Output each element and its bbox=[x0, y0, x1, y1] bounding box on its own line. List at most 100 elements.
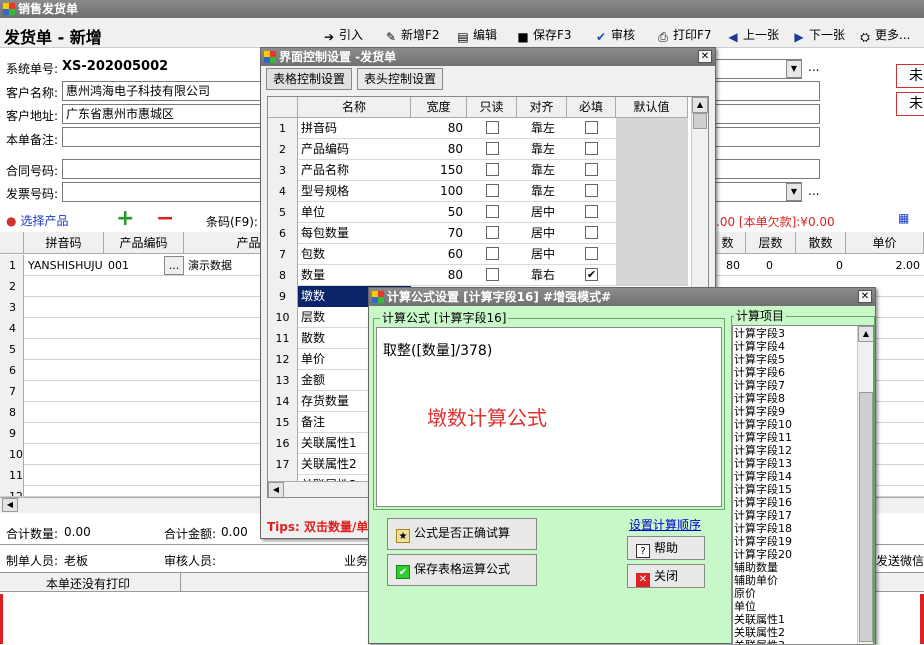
list-item[interactable]: 计算字段7 bbox=[734, 379, 792, 392]
list-item[interactable]: 计算字段20 bbox=[734, 548, 792, 561]
prev-button[interactable]: ◀ 上一张 bbox=[726, 26, 779, 44]
required-checkbox[interactable]: ✔ bbox=[585, 268, 598, 281]
list-item[interactable]: 计算字段18 bbox=[734, 522, 792, 535]
row-name[interactable]: 包数 bbox=[298, 244, 411, 265]
list-item[interactable]: 原价 bbox=[734, 587, 792, 600]
table-row[interactable]: 7 包数 60 居中 bbox=[268, 244, 688, 265]
list-item[interactable]: 计算字段3 bbox=[734, 327, 792, 340]
row-width[interactable]: 80 bbox=[411, 265, 463, 286]
list-item[interactable]: 计算字段5 bbox=[734, 353, 792, 366]
list-item[interactable]: 计算字段13 bbox=[734, 457, 792, 470]
test-formula-button[interactable]: ★ 公式是否正确试算 bbox=[387, 518, 537, 550]
close-icon[interactable]: ✕ bbox=[698, 50, 712, 63]
row-width[interactable]: 100 bbox=[411, 181, 463, 202]
scroll-left-icon[interactable]: ◀ bbox=[2, 498, 18, 512]
list-item[interactable]: 关联属性1 bbox=[734, 613, 792, 626]
row-default[interactable] bbox=[616, 244, 688, 265]
tab-header-settings[interactable]: 表头控制设置 bbox=[357, 68, 444, 90]
new-button[interactable]: ✎ 新增F2 bbox=[384, 26, 440, 44]
scroll-thumb[interactable] bbox=[693, 113, 707, 129]
table-row[interactable]: 6 每包数量 70 居中 bbox=[268, 223, 688, 244]
list-item[interactable]: 计算字段4 bbox=[734, 340, 792, 353]
list-item[interactable]: 计算字段19 bbox=[734, 535, 792, 548]
grid-header-pinyin[interactable]: 拼音码 bbox=[24, 232, 104, 254]
list-item[interactable]: 计算字段6 bbox=[734, 366, 792, 379]
calendar-icon[interactable]: ▦ bbox=[898, 211, 909, 225]
row-width[interactable]: 80 bbox=[411, 139, 463, 160]
row-width[interactable]: 150 bbox=[411, 160, 463, 181]
readonly-checkbox[interactable] bbox=[486, 121, 499, 134]
add-row-button[interactable]: + bbox=[116, 206, 134, 231]
row-width[interactable]: 70 bbox=[411, 223, 463, 244]
list-item[interactable]: 计算字段10 bbox=[734, 418, 792, 431]
readonly-checkbox[interactable] bbox=[486, 247, 499, 260]
scroll-left-icon[interactable]: ◀ bbox=[268, 482, 284, 497]
send-wechat-button[interactable]: 发送微信 bbox=[876, 552, 924, 569]
list-item[interactable]: 计算字段16 bbox=[734, 496, 792, 509]
grid-header-loose[interactable]: 散数 bbox=[796, 232, 846, 254]
readonly-checkbox[interactable] bbox=[486, 184, 499, 197]
set-calc-order-link[interactable]: 设置计算顺序 bbox=[629, 516, 701, 533]
row-code[interactable]: 001 bbox=[108, 255, 129, 276]
select-product-button[interactable]: ● 选择产品 bbox=[6, 212, 69, 229]
row-align[interactable]: 居中 bbox=[531, 223, 555, 244]
readonly-checkbox[interactable] bbox=[486, 205, 499, 218]
row-default[interactable] bbox=[616, 223, 688, 244]
list-item[interactable]: 辅助数量 bbox=[734, 561, 792, 574]
required-checkbox[interactable] bbox=[585, 226, 598, 239]
row-align[interactable]: 靠左 bbox=[531, 160, 555, 181]
required-checkbox[interactable] bbox=[585, 247, 598, 260]
row-align[interactable]: 靠左 bbox=[531, 118, 555, 139]
row-name[interactable]: 数量 bbox=[298, 265, 411, 286]
list-item[interactable]: 单位 bbox=[734, 600, 792, 613]
col-header-align[interactable]: 对齐 bbox=[517, 97, 567, 118]
col-header-default[interactable]: 默认值 bbox=[616, 97, 688, 118]
list-item[interactable]: 辅助单价 bbox=[734, 574, 792, 587]
row-align[interactable]: 居中 bbox=[531, 202, 555, 223]
row-align[interactable]: 靠左 bbox=[531, 181, 555, 202]
scroll-up-icon[interactable]: ▲ bbox=[858, 326, 873, 342]
save-button[interactable]: ■ 保存F3 bbox=[516, 26, 571, 44]
row-name[interactable]: 拼音码 bbox=[298, 118, 411, 139]
calc-items-list[interactable]: 计算字段3 计算字段4 计算字段5 计算字段6 计算字段7 计算字段8 计算字段9 计算字段1… bbox=[732, 325, 874, 645]
row-align[interactable]: 靠右 bbox=[531, 265, 555, 286]
row-name[interactable]: 产品名称 bbox=[298, 160, 411, 181]
row-name[interactable]: 型号规格 bbox=[298, 181, 411, 202]
print-button[interactable]: ⎙ 打印F7 bbox=[656, 26, 711, 44]
edit-button[interactable]: ▤ 编辑 bbox=[456, 26, 497, 44]
next-button[interactable]: ▶ 下一张 bbox=[792, 26, 845, 44]
dialog2-titlebar[interactable]: 计算公式设置 [计算字段16] #增强模式# ✕ bbox=[369, 288, 875, 306]
readonly-checkbox[interactable] bbox=[486, 163, 499, 176]
dialog1-titlebar[interactable]: 界面控制设置 -发货单 ✕ bbox=[261, 48, 715, 66]
row-name[interactable]: 产品编码 bbox=[298, 139, 411, 160]
list-item[interactable]: 计算字段14 bbox=[734, 470, 792, 483]
list-item[interactable]: 关联属性2 bbox=[734, 626, 792, 639]
required-checkbox[interactable] bbox=[585, 205, 598, 218]
row-align[interactable]: 靠左 bbox=[531, 139, 555, 160]
readonly-checkbox[interactable] bbox=[486, 142, 499, 155]
list-item[interactable]: 计算字段9 bbox=[734, 405, 792, 418]
required-checkbox[interactable] bbox=[585, 121, 598, 134]
close-icon[interactable]: ✕ bbox=[858, 290, 872, 303]
import-button[interactable]: ➔ 引入 bbox=[322, 26, 363, 44]
tab-grid-settings[interactable]: 表格控制设置 bbox=[266, 68, 353, 90]
grid-header-layers[interactable]: 层数 bbox=[746, 232, 796, 254]
row-pinyin[interactable]: YANSHISHUJU bbox=[28, 255, 103, 276]
row-price[interactable]: 2.00 bbox=[880, 255, 921, 276]
formula-text[interactable]: 取整([数量]/378) bbox=[383, 340, 492, 360]
formula-editor[interactable]: 取整([数量]/378) 墩数计算公式 bbox=[376, 327, 722, 507]
row-width[interactable]: 50 bbox=[411, 202, 463, 223]
more-button[interactable]: ⛭ 更多... bbox=[858, 26, 910, 44]
list-vscrollbar[interactable]: ▲ bbox=[857, 326, 873, 644]
col-header-required[interactable]: 必填 bbox=[567, 97, 616, 118]
table-row[interactable]: 5 单位 50 居中 bbox=[268, 202, 688, 223]
invoice-ellipsis[interactable]: ... bbox=[808, 184, 819, 198]
row-default[interactable] bbox=[616, 181, 688, 202]
required-checkbox[interactable] bbox=[585, 163, 598, 176]
close-button[interactable]: ✕ 关闭 bbox=[627, 564, 705, 588]
grid-header-price[interactable]: 单价 bbox=[846, 232, 924, 254]
required-checkbox[interactable] bbox=[585, 142, 598, 155]
scroll-up-icon[interactable]: ▲ bbox=[692, 97, 708, 113]
list-item[interactable]: 计算字段17 bbox=[734, 509, 792, 522]
chevron-down-icon[interactable]: ▼ bbox=[786, 60, 802, 78]
